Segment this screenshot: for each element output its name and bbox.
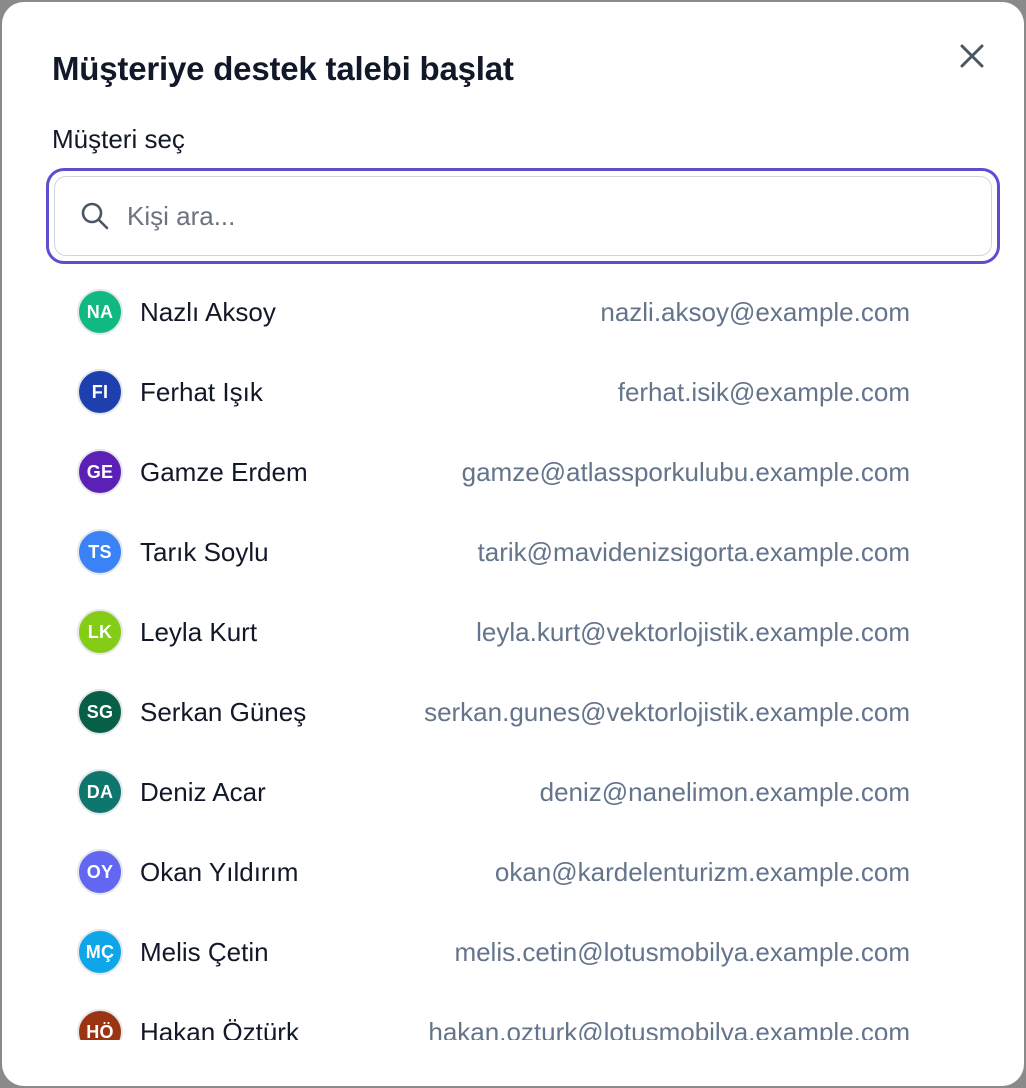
contact-email: okan@kardelenturizm.example.com: [494, 856, 910, 887]
list-item[interactable]: FI Ferhat Işık ferhat.isik@example.com: [2, 352, 1024, 432]
avatar: TS: [77, 529, 123, 575]
contact-email: ferhat.isik@example.com: [617, 376, 910, 407]
list-item[interactable]: TS Tarık Soylu tarik@mavidenizsigorta.exam…: [2, 512, 1024, 592]
list-item[interactable]: OY Okan Yıldırım okan@kardelenturizm.examp…: [2, 832, 1024, 912]
contact-name: Deniz Acar: [140, 776, 266, 807]
list-item[interactable]: GE Gamze Erdem gamze@atlassporkulubu.examp…: [2, 432, 1024, 512]
contact-list: NA Nazlı Aksoy nazli.aksoy@example.com FI Fe…: [2, 272, 1024, 1040]
contact-email: hakan.ozturk@lotusmobilya.example.com: [428, 1016, 910, 1041]
contact-name: Hakan Öztürk: [140, 1016, 299, 1041]
close-icon: [960, 44, 984, 68]
contact-name: Tarık Soylu: [140, 536, 269, 567]
contact-email: tarik@mavidenizsigorta.example.com: [477, 536, 910, 567]
contact-email: nazli.aksoy@example.com: [600, 296, 910, 327]
list-item[interactable]: HÖ Hakan Öztürk hakan.ozturk@lotusmobilya.…: [2, 992, 1024, 1040]
list-item[interactable]: SG Serkan Güneş serkan.gunes@vektorlojisti…: [2, 672, 1024, 752]
contact-email: gamze@atlassporkulubu.example.com: [461, 456, 910, 487]
avatar: GE: [77, 449, 123, 495]
field-label: Müşteri seç: [52, 124, 185, 154]
search-box[interactable]: [54, 176, 992, 256]
contact-name: Leyla Kurt: [140, 616, 258, 647]
contact-name: Melis Çetin: [140, 936, 269, 967]
close-button[interactable]: [954, 38, 990, 74]
contact-email: leyla.kurt@vektorlojistik.example.com: [476, 616, 910, 647]
avatar: LK: [77, 609, 123, 655]
avatar: MÇ: [77, 929, 123, 975]
contact-email: melis.cetin@lotusmobilya.example.com: [454, 936, 910, 967]
avatar: OY: [77, 849, 123, 895]
contact-name: Nazlı Aksoy: [140, 296, 276, 327]
dialog-title: Müşteriye destek talebi başlat: [52, 50, 514, 87]
avatar: DA: [77, 769, 123, 815]
avatar: NA: [77, 289, 123, 335]
contact-email: deniz@nanelimon.example.com: [539, 776, 910, 807]
list-item[interactable]: LK Leyla Kurt leyla.kurt@vektorlojistik.ex…: [2, 592, 1024, 672]
avatar: SG: [77, 689, 123, 735]
contact-email: serkan.gunes@vektorlojistik.example.com: [424, 696, 910, 727]
contact-name: Serkan Güneş: [140, 696, 307, 727]
list-item[interactable]: DA Deniz Acar deniz@nanelimon.example.com: [2, 752, 1024, 832]
avatar: FI: [77, 369, 123, 415]
search-icon: [81, 202, 109, 230]
contact-name: Okan Yıldırım: [140, 856, 299, 887]
list-item[interactable]: NA Nazlı Aksoy nazli.aksoy@example.com: [2, 272, 1024, 352]
avatar: HÖ: [77, 1009, 123, 1040]
contact-name: Ferhat Işık: [140, 376, 263, 407]
contact-name: Gamze Erdem: [140, 456, 308, 487]
search-focus-ring: [46, 168, 1000, 264]
list-item[interactable]: MÇ Melis Çetin melis.cetin@lotusmobilya.ex…: [2, 912, 1024, 992]
dialog: Müşteriye destek talebi başlat Müşteri s…: [2, 2, 1024, 1086]
search-input[interactable]: [127, 200, 991, 232]
